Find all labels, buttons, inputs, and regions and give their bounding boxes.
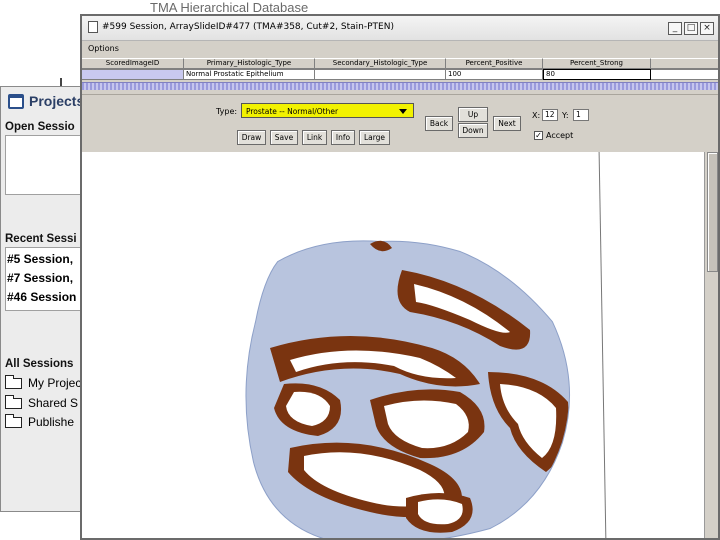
recent-session-item[interactable]: #46 Session [7, 290, 76, 304]
up-button[interactable]: Up [458, 107, 488, 122]
menu-bar: Options [82, 41, 718, 57]
folder-icon [5, 395, 22, 409]
tree-item-label: Publishe [28, 415, 75, 429]
window-icon [8, 94, 24, 109]
open-sessions-list[interactable] [5, 135, 89, 195]
column-header[interactable]: ScoredImageID [82, 58, 184, 69]
separator [82, 94, 718, 95]
recent-session-item[interactable]: #5 Session, [7, 252, 73, 266]
chevron-down-icon [399, 109, 407, 114]
accept-label: Accept [546, 131, 574, 140]
folder-icon [5, 375, 22, 389]
projects-title: Projects [29, 93, 85, 109]
background-caption: TMA Hierarchical Database [150, 0, 309, 14]
close-icon[interactable]: × [700, 22, 714, 35]
horizontal-scrollbar[interactable] [82, 82, 718, 90]
table-cell[interactable]: Normal Prostatic Epithelium [184, 69, 315, 80]
session-titlebar[interactable]: #599 Session, ArraySlideID#477 (TMA#358,… [82, 16, 718, 41]
next-button[interactable]: Next [493, 116, 521, 131]
info-button[interactable]: Info [331, 130, 355, 145]
maximize-icon[interactable]: □ [684, 22, 698, 35]
draw-button[interactable]: Draw [237, 130, 266, 145]
x-label: X: [532, 111, 541, 120]
large-button[interactable]: Large [359, 130, 390, 145]
type-label: Type: [216, 107, 238, 116]
vertical-scrollbar[interactable] [704, 152, 718, 538]
table-cell[interactable] [82, 69, 184, 80]
scrollbar-thumb[interactable] [707, 152, 718, 272]
column-header[interactable]: Percent_Positive [446, 58, 543, 69]
column-header[interactable]: No [651, 58, 718, 69]
recent-session-item[interactable]: #7 Session, [7, 271, 73, 285]
session-title: #599 Session, ArraySlideID#477 (TMA#358,… [102, 22, 394, 32]
table-cell[interactable] [651, 69, 718, 80]
save-button[interactable]: Save [270, 130, 298, 145]
x-field[interactable]: 12 [542, 109, 558, 121]
document-icon [88, 21, 98, 33]
type-dropdown[interactable]: Prostate -- Normal/Other [241, 103, 414, 118]
table-cell[interactable]: 100 [446, 69, 543, 80]
tree-item-label: Shared S [28, 396, 79, 410]
y-field[interactable]: 1 [573, 109, 589, 121]
projects-window: Projects Open Sessio Recent Sessi #5 Ses… [0, 86, 90, 512]
y-label: Y: [562, 111, 569, 120]
minimize-icon[interactable]: _ [668, 22, 682, 35]
accept-checkbox[interactable]: ✓ [534, 131, 543, 140]
folder-icon [5, 414, 22, 428]
projects-titlebar[interactable]: Projects [1, 87, 89, 117]
image-viewport[interactable] [82, 152, 704, 538]
open-sessions-label: Open Sessio [5, 121, 75, 133]
column-header[interactable]: Percent_Strong [543, 58, 651, 69]
slide-image-area [170, 152, 622, 538]
table-cell[interactable]: 80 [543, 69, 651, 80]
tissue-core-image [245, 240, 571, 538]
tree-item-label: My Projec [28, 376, 82, 390]
type-dropdown-value: Prostate -- Normal/Other [246, 107, 339, 116]
menu-options[interactable]: Options [88, 44, 119, 53]
session-window: #599 Session, ArraySlideID#477 (TMA#358,… [80, 14, 720, 540]
recent-sessions-label: Recent Sessi [5, 233, 77, 245]
table-cell[interactable] [315, 69, 446, 80]
back-button[interactable]: Back [425, 116, 453, 131]
column-header[interactable]: Primary_Histologic_Type [184, 58, 315, 69]
all-sessions-label: All Sessions [5, 358, 74, 370]
column-header[interactable]: Secondary_Histologic_Type [315, 58, 446, 69]
link-button[interactable]: Link [302, 130, 327, 145]
down-button[interactable]: Down [458, 123, 488, 138]
